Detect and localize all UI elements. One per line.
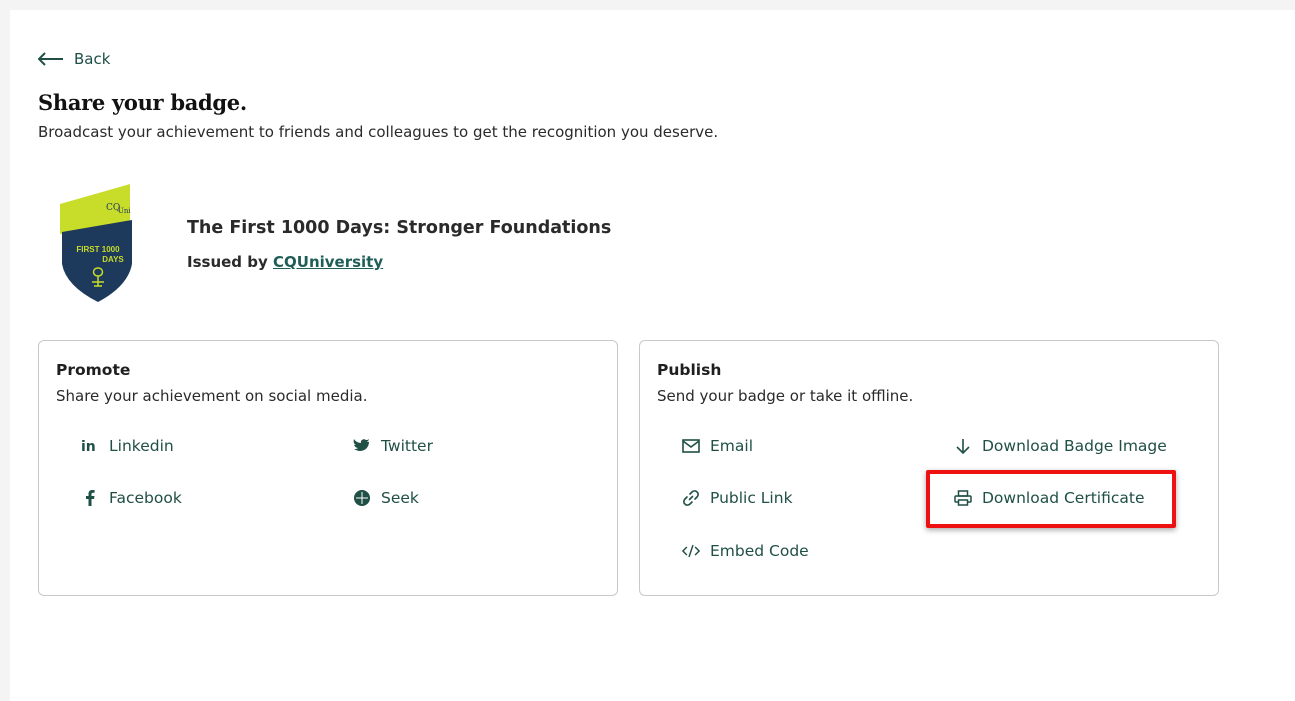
svg-text:FIRST 1000: FIRST 1000 (76, 245, 120, 254)
twitter-icon (353, 437, 371, 455)
badge-name: The First 1000 Days: Stronger Foundation… (187, 218, 612, 238)
svg-text:Uni: Uni (118, 207, 131, 215)
share-badge-page: Back Share your badge. Broadcast your ac… (10, 10, 1295, 701)
svg-text:in: in (81, 439, 96, 453)
facebook-icon (81, 489, 99, 507)
promote-description: Share your achievement on social media. (56, 387, 368, 405)
arrow-down-icon (954, 437, 972, 455)
promote-card: Promote Share your achievement on social… (38, 340, 618, 596)
download-badge-image-option[interactable]: Download Badge Image (954, 437, 1167, 455)
facebook-option[interactable]: Facebook (81, 489, 182, 507)
embed-code-option[interactable]: Embed Code (682, 542, 809, 560)
publish-card: Publish Send your badge or take it offli… (639, 340, 1219, 596)
issuer-link[interactable]: CQUniversity (273, 253, 383, 271)
back-link[interactable]: Back (38, 48, 110, 70)
issued-by-label: Issued by (187, 253, 268, 271)
badge-image: CQ Uni FIRST 1000 DAYS (58, 182, 138, 302)
page-title: Share your badge. (38, 90, 247, 115)
embed-code-label: Embed Code (710, 542, 809, 560)
publish-description: Send your badge or take it offline. (657, 387, 914, 405)
link-icon (682, 489, 700, 507)
svg-text:DAYS: DAYS (102, 255, 124, 264)
code-icon (682, 542, 700, 560)
linkedin-icon: in (81, 437, 99, 455)
back-label: Back (74, 50, 111, 68)
envelope-icon (682, 437, 700, 455)
arrow-left-icon (38, 52, 64, 66)
public-link-option[interactable]: Public Link (682, 489, 793, 507)
page-subtitle: Broadcast your achievement to friends an… (38, 123, 719, 141)
publish-title: Publish (657, 361, 722, 379)
facebook-label: Facebook (109, 489, 182, 507)
badge-issuer: Issued by CQUniversity (187, 253, 383, 271)
promote-title: Promote (56, 361, 131, 379)
twitter-option[interactable]: Twitter (353, 437, 433, 455)
email-option[interactable]: Email (682, 437, 753, 455)
linkedin-option[interactable]: in Linkedin (81, 437, 174, 455)
email-label: Email (710, 437, 754, 455)
twitter-label: Twitter (381, 437, 433, 455)
linkedin-label: Linkedin (109, 437, 174, 455)
seek-icon (353, 489, 371, 507)
seek-label: Seek (381, 489, 419, 507)
seek-option[interactable]: Seek (353, 489, 419, 507)
download-badge-image-label: Download Badge Image (982, 437, 1167, 455)
highlight-box (926, 470, 1176, 528)
public-link-label: Public Link (710, 489, 793, 507)
